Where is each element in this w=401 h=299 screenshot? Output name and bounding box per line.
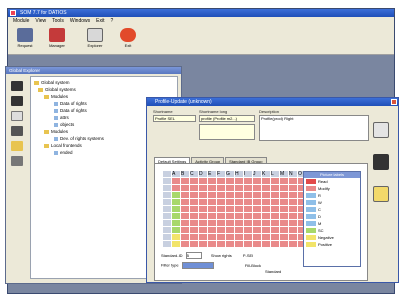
tab-panel: A B C D E F G H I J K L M N O Picture la…	[154, 163, 368, 281]
picture-legend: Picture labels Read Modify R W C D M SC …	[303, 171, 361, 267]
legend-item: Read	[304, 178, 360, 185]
request-button[interactable]: Request	[11, 27, 39, 53]
grid-row[interactable]	[162, 184, 316, 192]
grid-row[interactable]	[162, 219, 316, 227]
grid-col-header: A	[171, 170, 181, 178]
description-field[interactable]: Profile(prod) Right	[259, 115, 369, 141]
grid-col-header: D	[198, 170, 208, 178]
grid-row[interactable]	[162, 177, 316, 185]
menu-tools[interactable]: Tools	[52, 17, 64, 25]
grid-row[interactable]	[162, 233, 316, 241]
longname-label: Shortname long	[199, 109, 228, 114]
description-label: Description	[259, 109, 280, 114]
longname-extra-field[interactable]	[199, 124, 255, 140]
bottom-controls: Standard-ID 5 Show rights P-SEI Filter t…	[161, 252, 281, 274]
navigate-icon[interactable]	[373, 154, 389, 170]
option-fill-block[interactable]: Fill-Block	[245, 263, 261, 268]
menu-bar: Module View Tools Windows Exit ?	[8, 17, 394, 25]
grid-row[interactable]	[162, 240, 316, 248]
app-icon	[10, 10, 16, 16]
monitor-icon	[17, 28, 33, 42]
dialog-title: Profile-Update (unknown)	[155, 99, 212, 105]
stop-icon	[120, 28, 136, 42]
legend-item: Modify	[304, 185, 360, 192]
legend-item: R	[304, 192, 360, 199]
menu-windows[interactable]: Windows	[70, 17, 90, 25]
search-icon[interactable]	[11, 141, 23, 151]
shortname-label: Shortname	[153, 109, 173, 114]
filter-type-label: Filter type	[161, 262, 179, 268]
legend-item: C	[304, 206, 360, 213]
app-title: SOM 7.7 for DATIOS	[20, 10, 67, 16]
legend-item: SC	[304, 227, 360, 234]
legend-item: D	[304, 213, 360, 220]
up-arrow-icon[interactable]	[11, 81, 23, 91]
window-icon[interactable]	[11, 111, 23, 121]
option-psei[interactable]: P-SEI	[243, 253, 253, 258]
exit-button[interactable]: Exit	[114, 27, 142, 53]
grid-row[interactable]	[162, 191, 316, 199]
grid-header-row: A B C D E F G H I J K L M N O P	[162, 170, 316, 178]
dialog-titlebar[interactable]: Profile-Update (unknown)	[147, 98, 398, 106]
explorer-side-toolbar	[8, 77, 27, 171]
shortname-field[interactable]: Profile SEL	[153, 115, 196, 122]
filter-type-select[interactable]	[181, 262, 214, 269]
app-titlebar[interactable]: SOM 7.7 for DATIOS	[8, 9, 394, 17]
standard-label: Standard-ID	[161, 253, 183, 258]
menu-help[interactable]: ?	[110, 17, 113, 25]
grid-col-header: K	[261, 170, 271, 178]
menu-view[interactable]: View	[35, 17, 46, 25]
close-icon[interactable]	[391, 99, 397, 105]
grid-col-header: E	[207, 170, 217, 178]
grid-col-header: B	[180, 170, 190, 178]
menu-exit[interactable]: Exit	[96, 17, 104, 25]
grid-col-header: F	[216, 170, 226, 178]
show-rights-label: Show rights	[210, 253, 232, 258]
menu-module[interactable]: Module	[13, 17, 29, 25]
books-icon	[49, 28, 65, 42]
manager-button[interactable]: Manager	[43, 27, 71, 53]
longname-field[interactable]: profile (Profile m2...)	[199, 115, 255, 122]
legend-item: Positive	[304, 241, 360, 248]
grid-row[interactable]	[162, 226, 316, 234]
copy-icon[interactable]	[11, 156, 23, 166]
grid-col-header: J	[252, 170, 262, 178]
option-standard[interactable]: Standard	[265, 269, 281, 274]
grid-col-header: H	[234, 170, 244, 178]
note-icon[interactable]	[373, 186, 389, 202]
grid-col-header: L	[270, 170, 280, 178]
grid-col-header: I	[243, 170, 253, 178]
grid-col-header: G	[225, 170, 235, 178]
tree-item[interactable]: Global system	[34, 79, 174, 86]
legend-item: M	[304, 220, 360, 227]
grid-row[interactable]	[162, 212, 316, 220]
grid-col-header: M	[279, 170, 289, 178]
legend-item: Negative	[304, 234, 360, 241]
profile-dialog: Profile-Update (unknown) Shortname Short…	[146, 97, 399, 283]
grid-row[interactable]	[162, 205, 316, 213]
grid-col-header: N	[288, 170, 298, 178]
explorer-title[interactable]: Global Explorer	[6, 67, 181, 74]
grid-row[interactable]	[162, 198, 316, 206]
legend-item: W	[304, 199, 360, 206]
grid-col-header: C	[189, 170, 199, 178]
magnifier-icon	[87, 28, 103, 42]
toolbar: Request Manager Explorer Exit	[8, 25, 394, 55]
down-arrow-icon[interactable]	[11, 96, 23, 106]
save-icon[interactable]	[373, 122, 389, 138]
tree-item[interactable]: Global systems	[34, 86, 174, 93]
printer-icon[interactable]	[11, 126, 23, 136]
rights-grid: A B C D E F G H I J K L M N O P	[162, 170, 316, 248]
standard-select[interactable]: 5	[185, 252, 202, 259]
explorer-button[interactable]: Explorer	[81, 27, 109, 53]
